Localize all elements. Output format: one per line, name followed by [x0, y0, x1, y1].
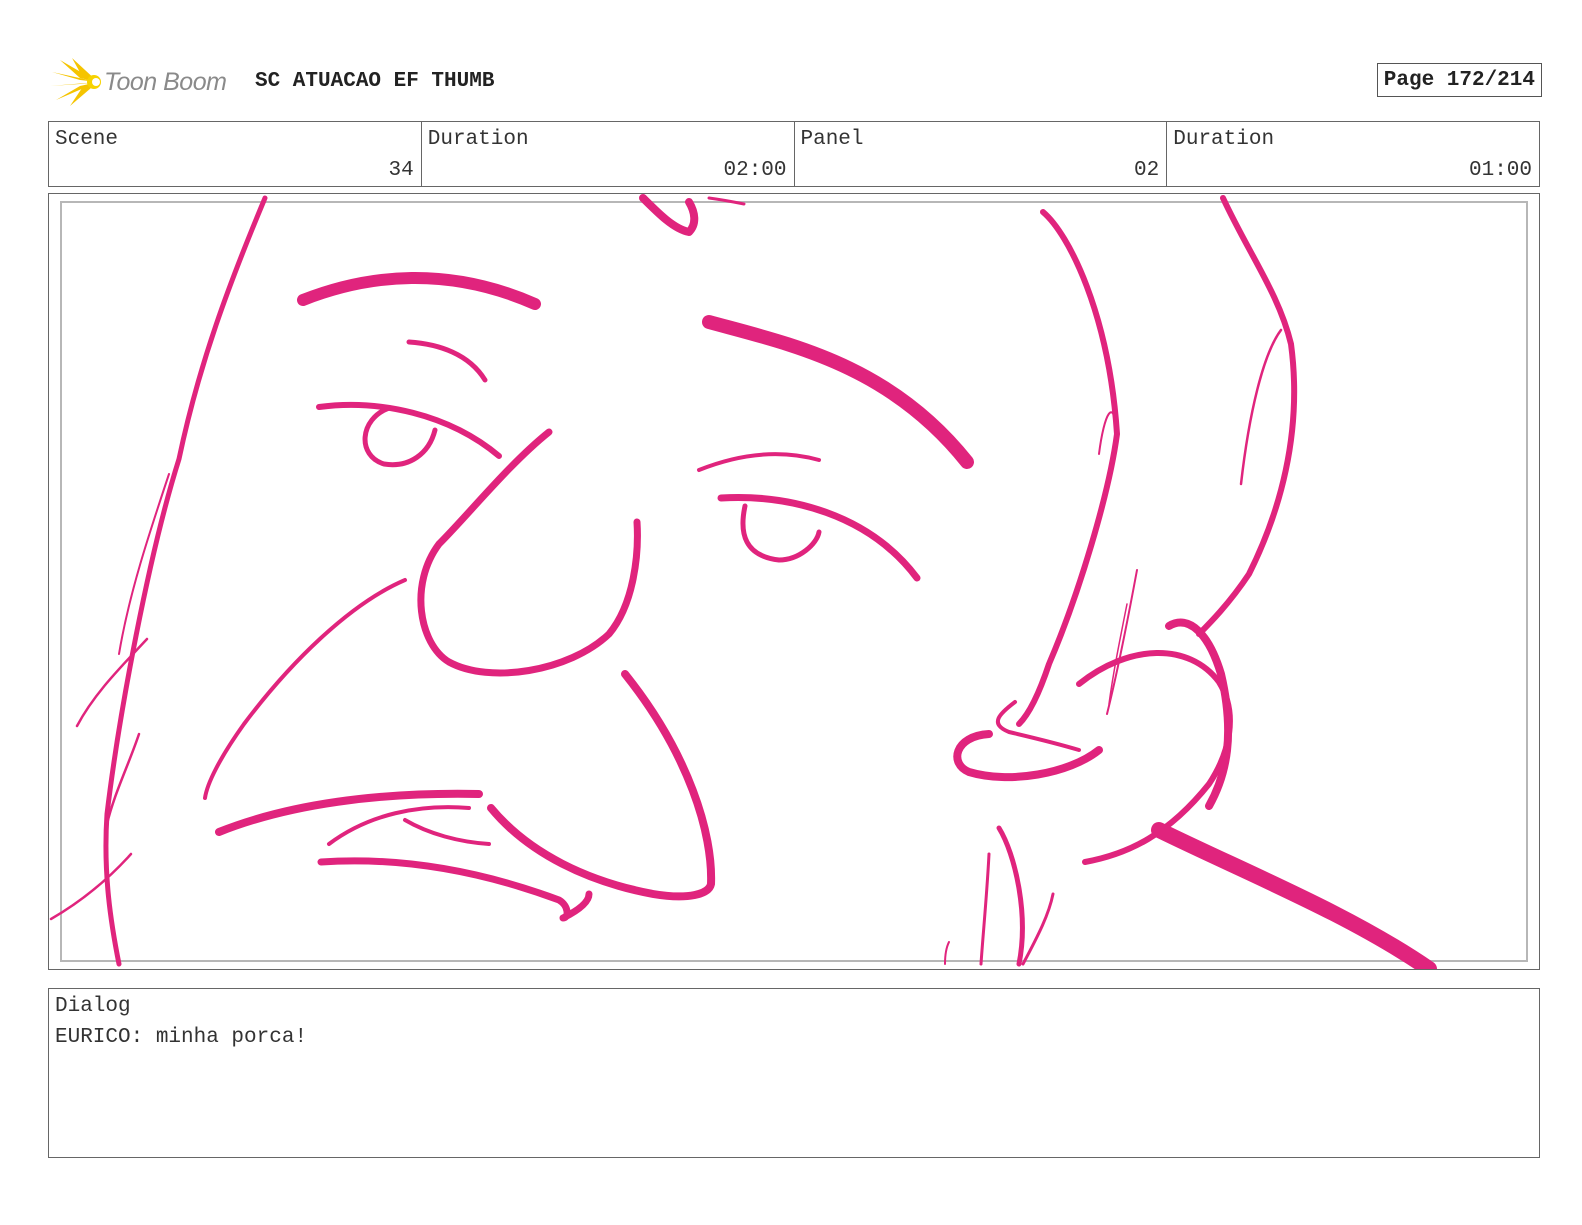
storyboard-panel: [48, 193, 1540, 970]
scene-cell: Scene 34: [49, 122, 421, 186]
toon-boom-logo: Toon Boom: [50, 58, 240, 106]
character-sketch: [49, 194, 1437, 969]
panel-cell: Panel 02: [793, 122, 1167, 186]
scene-label: Scene: [55, 128, 119, 151]
page-header: Toon Boom SC ATUACAO EF THUMB Page 172/2…: [50, 56, 1542, 108]
scene-duration-value: 02:00: [723, 159, 787, 182]
panel-value: 02: [1134, 159, 1160, 182]
logo-text: Toon Boom: [104, 68, 227, 96]
panel-duration-cell: Duration 01:00: [1166, 122, 1539, 186]
star-burst-icon: [50, 58, 101, 106]
page-number: Page 172/214: [1376, 63, 1542, 97]
panel-duration-value: 01:00: [1468, 159, 1532, 182]
scene-duration-label: Duration: [427, 128, 529, 151]
scene-info-table: Scene 34 Duration 02:00 Panel 02 Duratio…: [48, 121, 1540, 187]
panel-label: Panel: [800, 128, 864, 151]
project-title: SC ATUACAO EF THUMB: [255, 70, 495, 93]
dialog-text: EURICO: minha porca!: [55, 1026, 308, 1049]
scene-duration-cell: Duration 02:00: [420, 122, 794, 186]
dialog-label: Dialog: [55, 995, 131, 1018]
scene-value: 34: [388, 159, 414, 182]
panel-duration-label: Duration: [1173, 128, 1275, 151]
dialog-box: Dialog EURICO: minha porca!: [48, 988, 1540, 1158]
